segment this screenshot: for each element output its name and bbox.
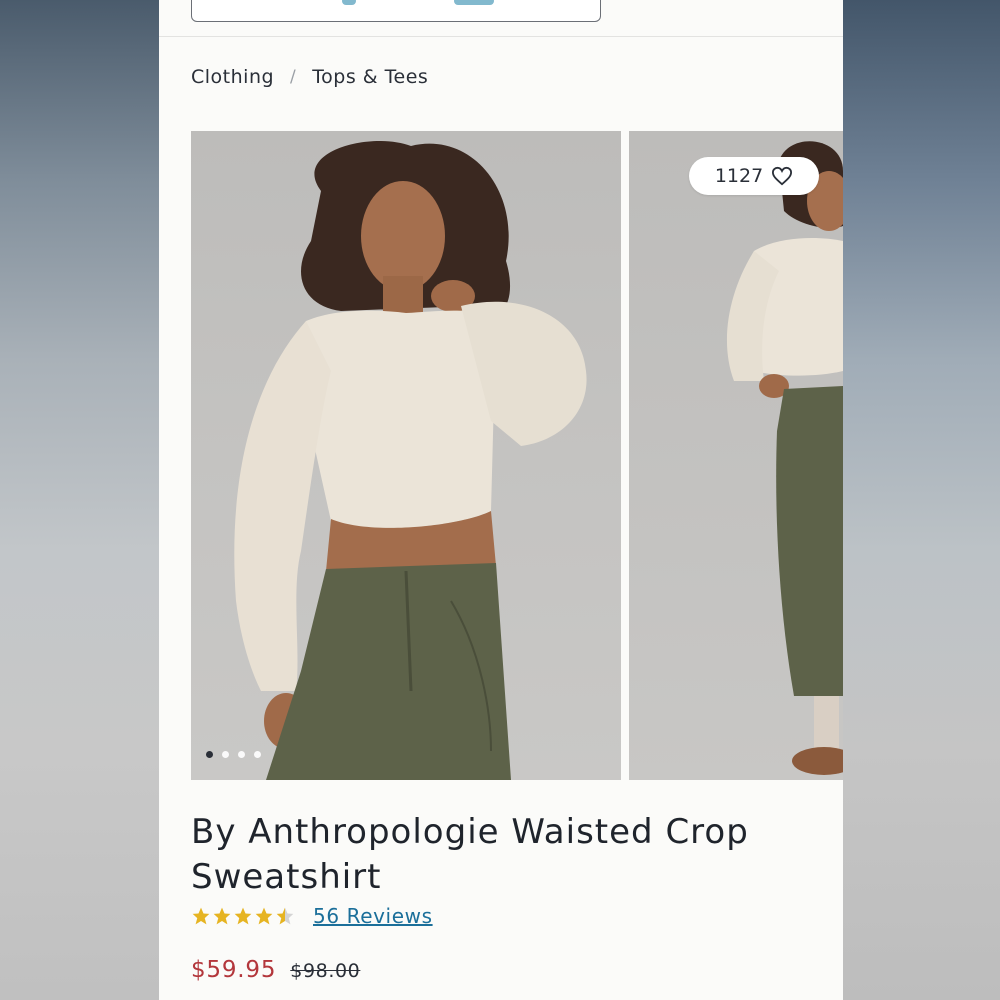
product-price: $59.95 $98.00 — [191, 957, 360, 983]
sale-price: $59.95 — [191, 957, 277, 983]
heart-icon — [772, 166, 793, 186]
background-right — [843, 0, 1000, 1000]
carousel-dot[interactable] — [254, 751, 261, 758]
carousel-dot[interactable] — [238, 751, 245, 758]
star-half-icon — [276, 907, 294, 925]
carousel-dot[interactable] — [222, 751, 229, 758]
star-icon — [255, 907, 273, 925]
star-icon — [234, 907, 252, 925]
original-price: $98.00 — [290, 960, 361, 982]
favorite-count: 1127 — [714, 165, 764, 187]
reviews-link[interactable]: 56 Reviews — [313, 904, 433, 928]
product-image-secondary[interactable] — [629, 131, 843, 780]
breadcrumb-item-clothing[interactable]: Clothing — [191, 66, 274, 88]
product-title: By Anthropologie Waisted Crop Sweatshirt — [191, 812, 749, 897]
background-left — [0, 0, 159, 1000]
breadcrumb-separator: / — [290, 67, 297, 87]
header-divider — [159, 36, 843, 37]
star-icon — [213, 907, 231, 925]
favorite-button[interactable]: 1127 — [689, 157, 819, 195]
product-page: Clothing / Tops & Tees 1127 By Anthropol… — [159, 0, 843, 1000]
star-icon — [192, 907, 210, 925]
product-rating: 56 Reviews — [191, 904, 433, 928]
breadcrumb-item-tops-tees[interactable]: Tops & Tees — [312, 66, 428, 88]
carousel-dot-active[interactable] — [206, 751, 213, 758]
product-image-main[interactable] — [191, 131, 621, 780]
image-carousel-dots[interactable] — [206, 751, 261, 758]
breadcrumb: Clothing / Tops & Tees — [191, 66, 428, 88]
search-input[interactable] — [191, 0, 601, 22]
product-image-gallery[interactable]: 1127 — [191, 131, 843, 780]
star-rating — [191, 906, 295, 926]
